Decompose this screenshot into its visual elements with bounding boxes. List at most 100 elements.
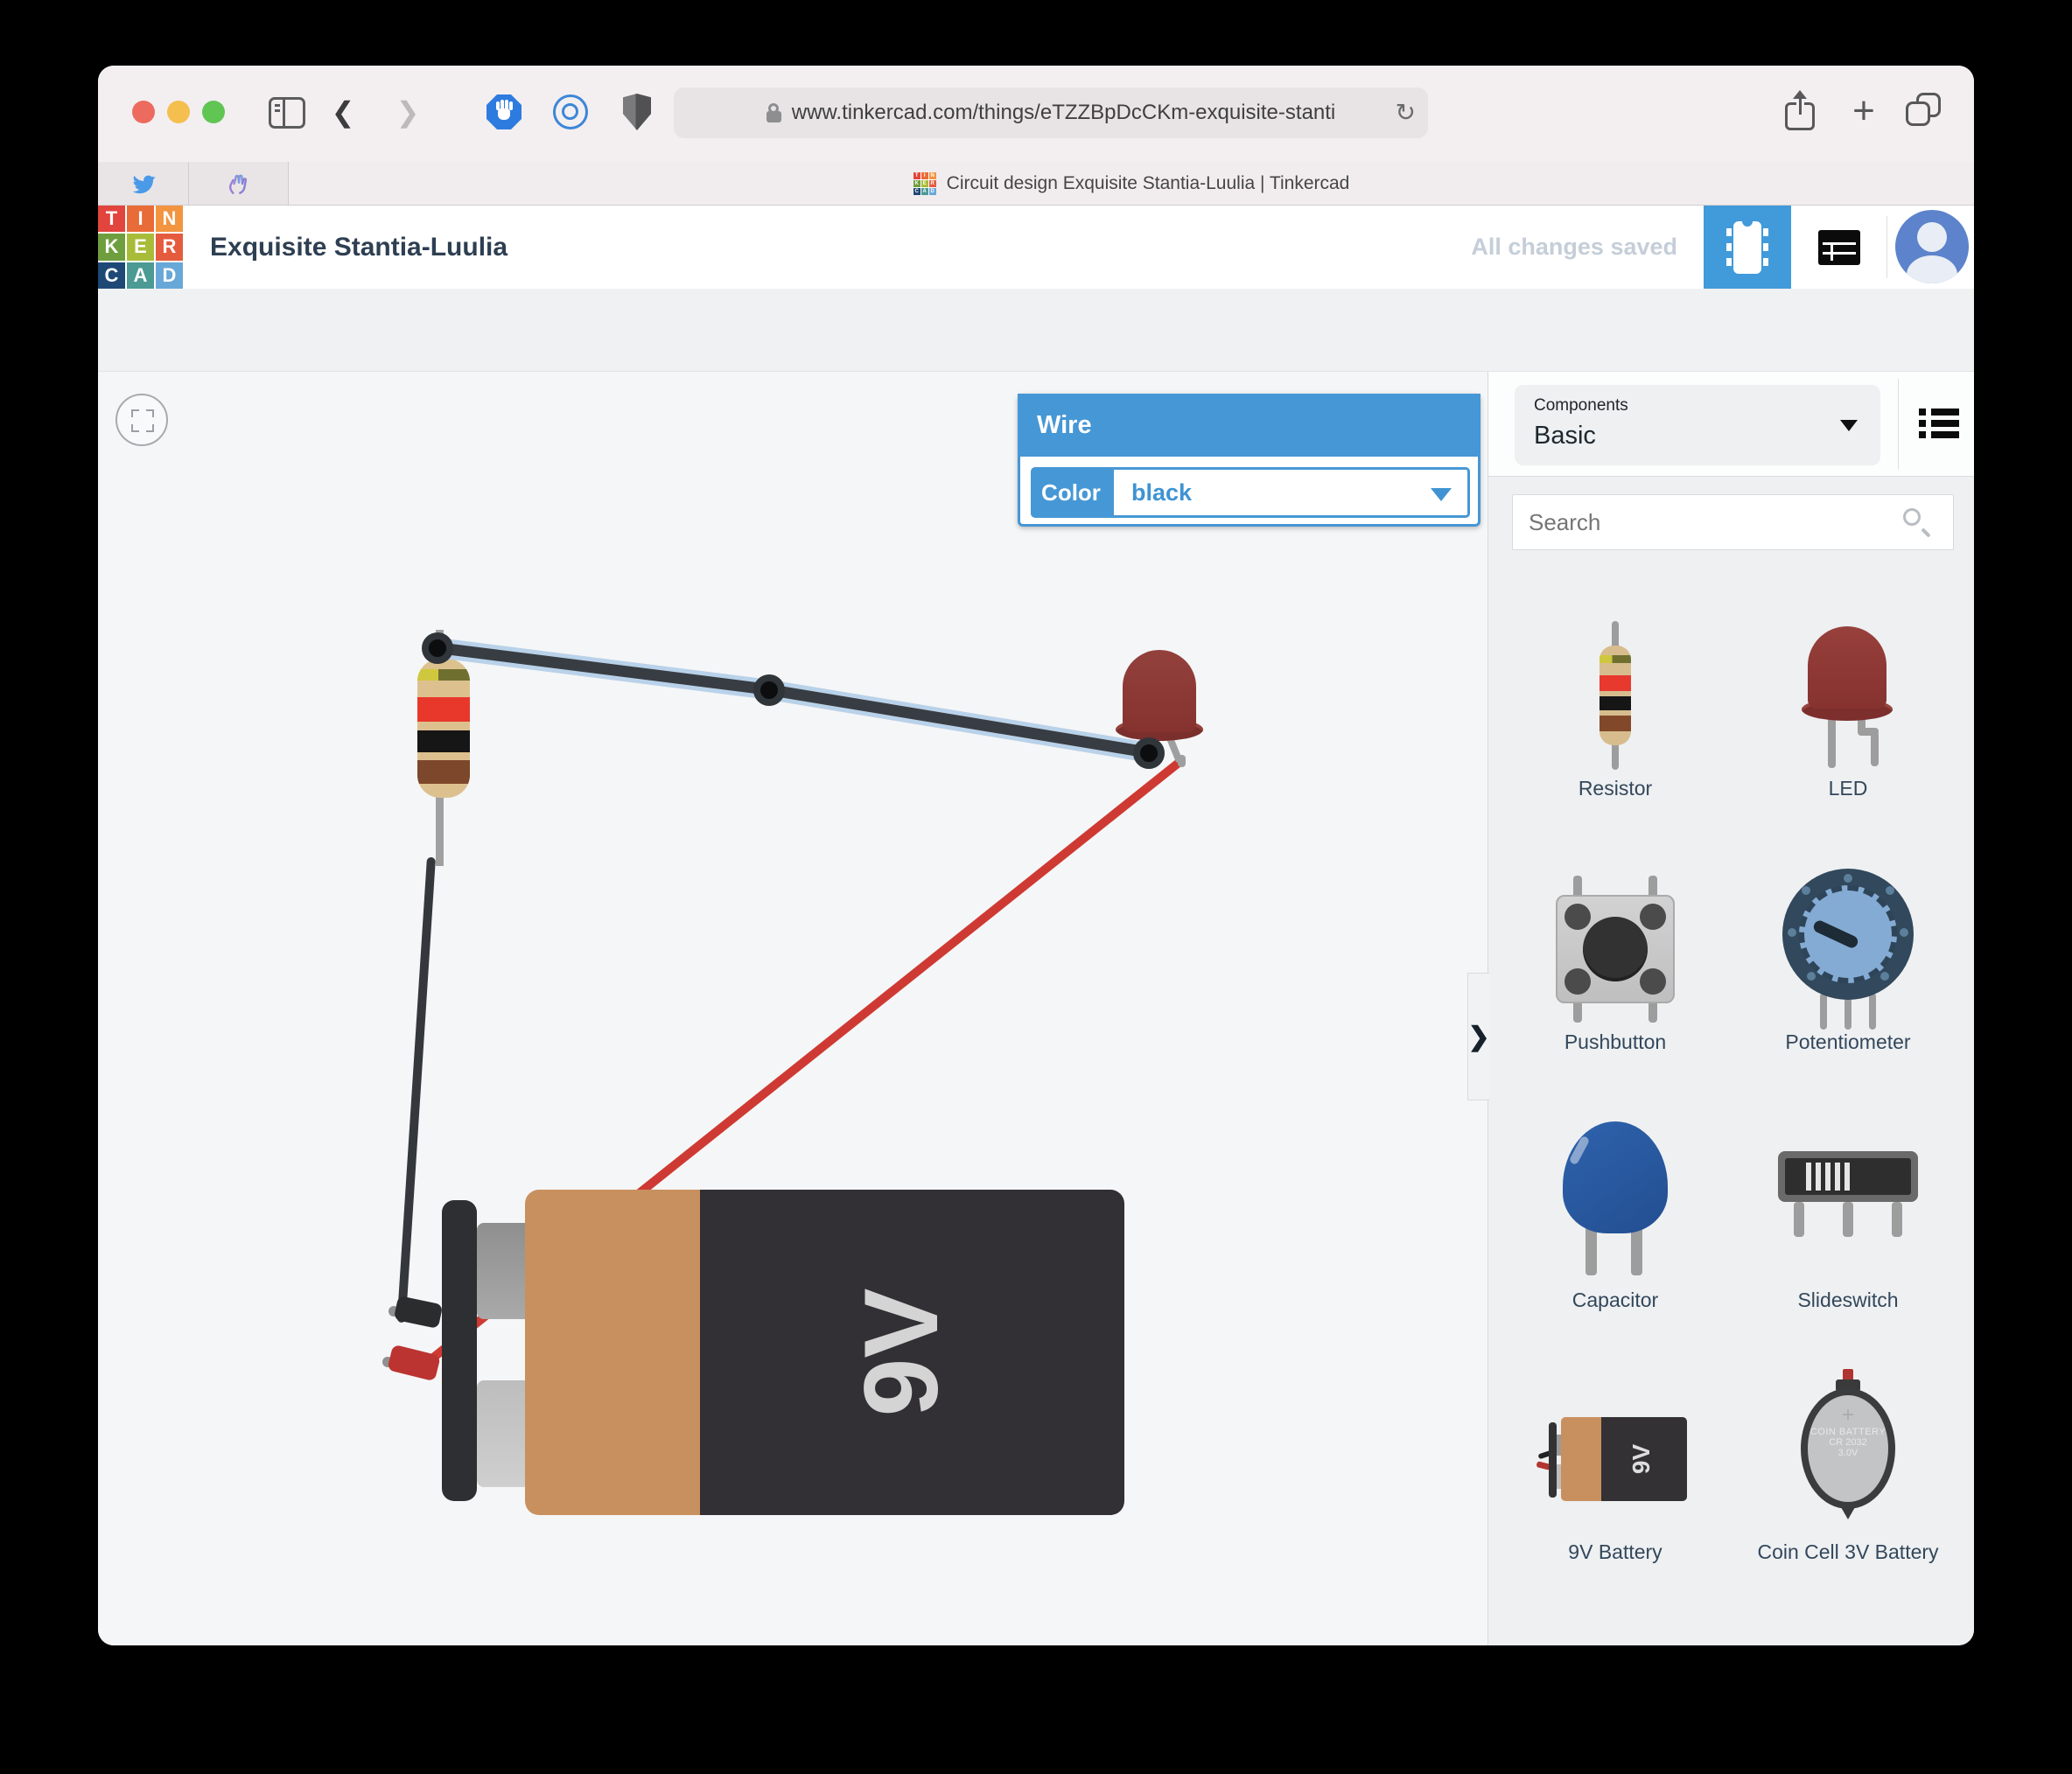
list-view-toggle[interactable] bbox=[1919, 407, 1959, 442]
component-label: Capacitor bbox=[1506, 1288, 1725, 1312]
hand-icon bbox=[225, 170, 253, 198]
popup-title: Wire bbox=[1018, 394, 1480, 457]
resistor-lead-bottom bbox=[436, 792, 444, 866]
chip-icon bbox=[1730, 221, 1765, 274]
back-icon: ❮ bbox=[332, 95, 355, 129]
plus-icon: + bbox=[1852, 89, 1875, 133]
edit-toolbar: ↶ ↷ ‹/ Code Start Simulat bbox=[98, 289, 1974, 372]
battery-cap bbox=[442, 1200, 477, 1501]
design-title[interactable]: Exquisite Stantia-Luulia bbox=[210, 206, 508, 289]
avatar[interactable] bbox=[1895, 210, 1969, 283]
minimize-window-button[interactable] bbox=[167, 101, 190, 123]
component-label: Resistor bbox=[1506, 776, 1725, 800]
battery-terminal-bottom bbox=[477, 1380, 531, 1487]
battery-label: 9V bbox=[814, 1265, 989, 1440]
component-label: Potentiometer bbox=[1739, 1030, 1957, 1054]
battery-clip-red bbox=[387, 1344, 441, 1382]
chevron-down-icon bbox=[1840, 420, 1858, 431]
resistor[interactable] bbox=[417, 659, 470, 798]
wire-node-mid[interactable] bbox=[753, 674, 785, 706]
panel-collapse-handle[interactable]: ❯ bbox=[1467, 973, 1489, 1100]
desktop-background: ❮ ❯ www.tinkercad.com/things/eTZZBpDcCKm… bbox=[0, 0, 2072, 1774]
list-icon bbox=[1919, 409, 1926, 416]
password-manager-extension-icon[interactable] bbox=[553, 94, 588, 129]
components-category-dropdown[interactable]: Components Basic bbox=[1515, 385, 1880, 465]
pinned-tab-twitter[interactable] bbox=[98, 162, 189, 205]
search-icon bbox=[1903, 508, 1921, 526]
resistor-icon bbox=[1598, 621, 1633, 770]
wire-color-dropdown[interactable]: black bbox=[1111, 467, 1470, 518]
wire-inspector-popup: Wire Color black bbox=[1018, 394, 1480, 527]
slideswitch-icon bbox=[1778, 1151, 1918, 1249]
battery-9v-icon: 9V bbox=[1536, 1415, 1694, 1503]
active-tab[interactable]: TIN KER CAD Circuit design Exquisite Sta… bbox=[289, 162, 1974, 205]
component-label: LED bbox=[1739, 776, 1957, 800]
browser-toolbar: ❮ ❯ www.tinkercad.com/things/eTZZBpDcCKm… bbox=[98, 66, 1974, 162]
content-blocker-extension-icon[interactable] bbox=[486, 94, 522, 129]
reload-icon[interactable]: ↻ bbox=[1396, 98, 1416, 127]
wire-color-value: black bbox=[1131, 479, 1192, 506]
privacy-shield-icon[interactable] bbox=[623, 94, 651, 130]
tab-overview-button[interactable] bbox=[1906, 93, 1944, 129]
chevron-right-icon: ❯ bbox=[1467, 1022, 1489, 1052]
search-field[interactable] bbox=[1512, 494, 1954, 550]
browser-window: ❮ ❯ www.tinkercad.com/things/eTZZBpDcCKm… bbox=[98, 66, 1974, 1645]
circuit-view-button[interactable] bbox=[1704, 206, 1791, 289]
wire-node-end[interactable] bbox=[1133, 737, 1165, 769]
tinkercad-logo[interactable]: TIN KER CAD bbox=[98, 206, 183, 289]
component-label: Slideswitch bbox=[1739, 1288, 1957, 1312]
sidebar-toggle-icon[interactable] bbox=[269, 97, 305, 129]
header-divider bbox=[1886, 216, 1887, 278]
component-label: 9V Battery bbox=[1506, 1540, 1725, 1564]
wire-node-start[interactable] bbox=[422, 632, 453, 664]
circuit-canvas[interactable]: 9V Wire Color black bbox=[98, 372, 1488, 1645]
new-tab-button[interactable]: + bbox=[1844, 90, 1883, 132]
save-status: All changes saved bbox=[1310, 206, 1677, 289]
category-label: Components bbox=[1534, 396, 1628, 416]
tinkercad-favicon: TIN KER CAD bbox=[914, 172, 936, 195]
category-value: Basic bbox=[1534, 422, 1596, 450]
chevron-down-icon bbox=[1431, 488, 1452, 501]
pinned-tab-hand[interactable] bbox=[189, 162, 289, 205]
back-button[interactable]: ❮ bbox=[327, 92, 359, 132]
tab-title: Circuit design Exquisite Stantia-Luulia … bbox=[947, 173, 1350, 194]
forward-button[interactable]: ❯ bbox=[392, 92, 424, 132]
wire-black-selected-segment-1[interactable] bbox=[437, 642, 770, 695]
battery-icon-label: 9V bbox=[1615, 1433, 1668, 1485]
zoom-window-button[interactable] bbox=[202, 101, 225, 123]
wire-black-selected-segment-2[interactable] bbox=[768, 684, 1150, 758]
led[interactable] bbox=[1123, 650, 1196, 732]
close-window-button[interactable] bbox=[132, 101, 155, 123]
address-bar[interactable]: www.tinkercad.com/things/eTZZBpDcCKm-exq… bbox=[674, 87, 1428, 138]
component-resistor[interactable] bbox=[1506, 621, 1725, 770]
battery-clip-black bbox=[394, 1296, 444, 1329]
battery-terminal-top bbox=[477, 1223, 531, 1319]
forward-icon: ❯ bbox=[396, 95, 420, 129]
component-9v-battery[interactable]: 9V bbox=[1506, 1385, 1725, 1533]
lock-icon bbox=[766, 103, 781, 122]
zoom-to-fit-button[interactable] bbox=[116, 394, 168, 446]
component-coin-cell[interactable]: + COIN BATTERY CR 2032 3.0V bbox=[1739, 1358, 1957, 1533]
share-button[interactable] bbox=[1782, 90, 1817, 132]
capacitor-icon bbox=[1563, 1121, 1668, 1279]
components-panel: Components Basic bbox=[1488, 372, 1974, 1645]
component-led[interactable] bbox=[1739, 621, 1957, 770]
component-potentiometer[interactable] bbox=[1739, 875, 1957, 1023]
component-list-view-button[interactable] bbox=[1796, 206, 1883, 289]
component-pushbutton[interactable] bbox=[1506, 875, 1725, 1023]
component-label: Pushbutton bbox=[1506, 1030, 1725, 1054]
component-capacitor[interactable] bbox=[1506, 1126, 1725, 1275]
component-label: Coin Cell 3V Battery bbox=[1756, 1540, 1940, 1564]
search-input[interactable] bbox=[1512, 494, 1954, 550]
led-icon bbox=[1800, 619, 1896, 772]
twitter-bird-icon bbox=[130, 171, 157, 197]
tab-bar: TIN KER CAD Circuit design Exquisite Sta… bbox=[98, 162, 1974, 206]
coin-cell-icon: + COIN BATTERY CR 2032 3.0V bbox=[1796, 1369, 1900, 1523]
fit-icon bbox=[131, 409, 139, 417]
wire-black-bottom[interactable] bbox=[397, 857, 436, 1324]
color-label: Color bbox=[1031, 467, 1111, 518]
app-header: TIN KER CAD Exquisite Stantia-Luulia All… bbox=[98, 206, 1974, 289]
potentiometer-icon bbox=[1782, 869, 1914, 1030]
component-slideswitch[interactable] bbox=[1739, 1126, 1957, 1275]
pushbutton-icon bbox=[1556, 876, 1675, 1023]
